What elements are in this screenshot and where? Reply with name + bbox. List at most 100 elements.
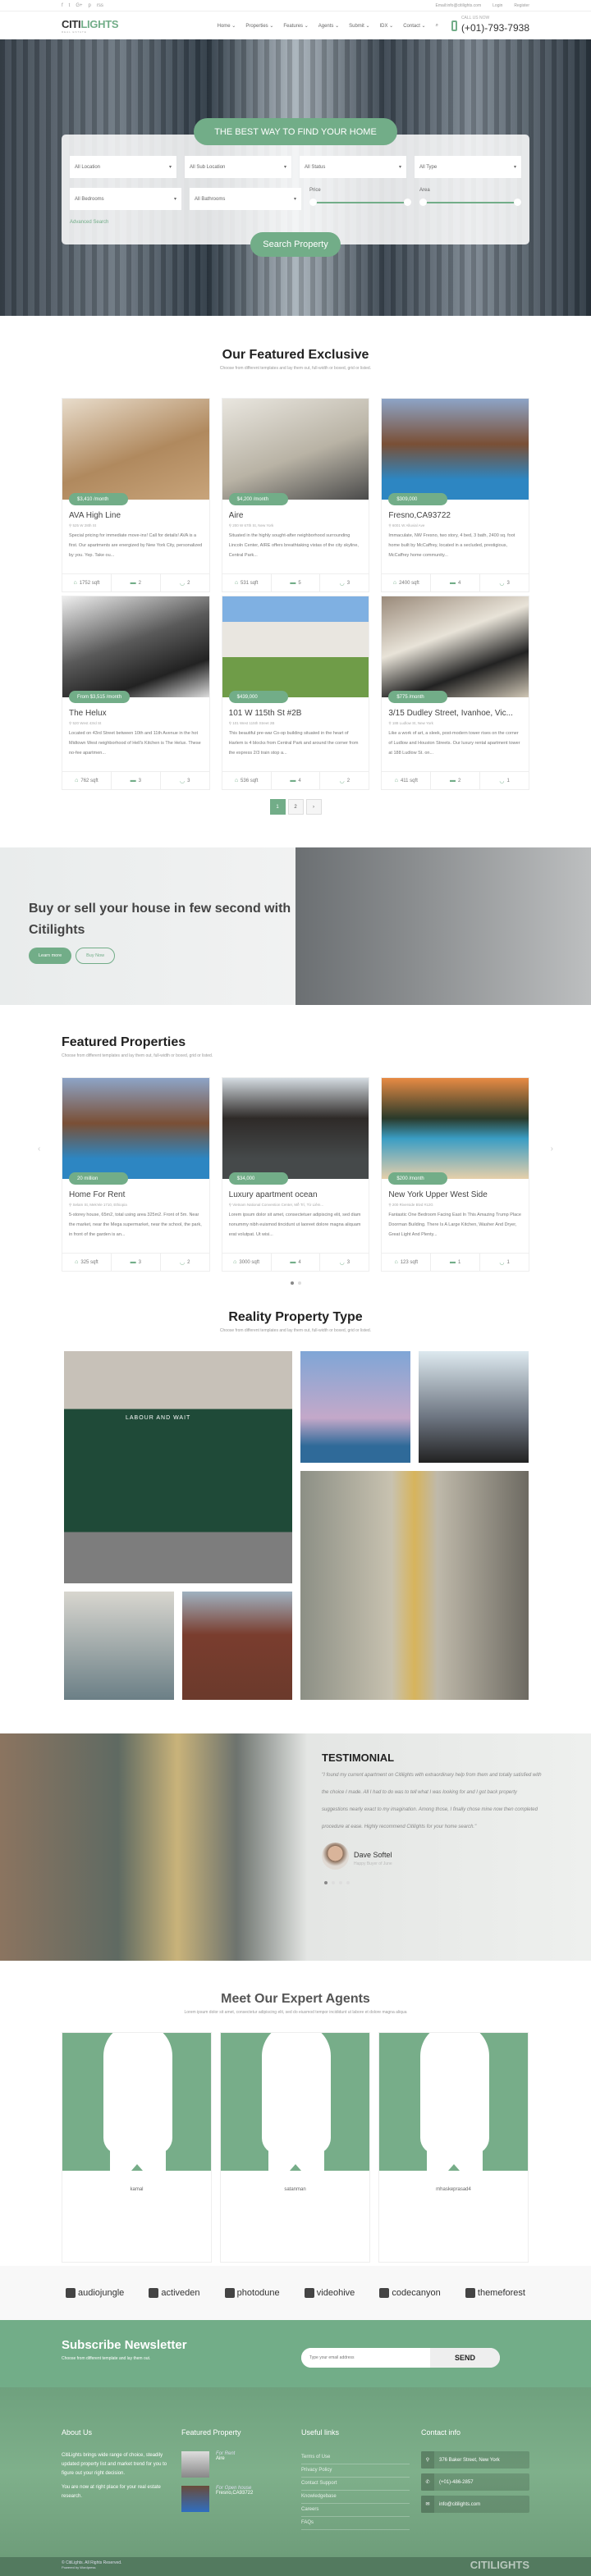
facebook-icon[interactable]: f <box>62 3 63 8</box>
property-card[interactable]: $309,000 Fresno,CA93722 ⚲ 6001 W Alluvia… <box>381 398 530 592</box>
newsletter-email-input[interactable] <box>301 2348 430 2368</box>
property-card[interactable]: $200 /month New York Upper West Side ⚲ 2… <box>381 1077 530 1272</box>
footer-property[interactable]: For Rent Aire <box>181 2451 290 2478</box>
sub-location-select[interactable]: All Sub Location ▾ <box>185 156 291 178</box>
brand-videohive[interactable]: videohive <box>304 2288 355 2298</box>
property-card[interactable]: $3,410 /month AVA High Line ⚲ 525 W 28th… <box>62 398 210 592</box>
nav-properties[interactable]: Properties ⌄ <box>245 23 273 29</box>
nav-home[interactable]: Home ⌄ <box>218 23 236 29</box>
learn-more-button[interactable]: Learn more <box>29 948 72 964</box>
type-image-building[interactable] <box>182 1592 292 1700</box>
videohive-icon <box>304 2288 314 2298</box>
bathrooms-select[interactable]: All Bathrooms ▾ <box>190 188 301 210</box>
page-2[interactable]: 2 <box>287 799 304 815</box>
property-title[interactable]: New York Upper West Side <box>388 1190 522 1199</box>
property-card[interactable]: $775 /month 3/15 Dudley Street, Ivanhoe,… <box>381 596 530 790</box>
email-link[interactable]: Email:info@citilights.com <box>435 3 481 8</box>
property-title[interactable]: Fresno,CA93722 <box>388 511 522 520</box>
property-image[interactable]: From $3,515 /month <box>62 596 209 703</box>
agent-name[interactable]: kamal <box>62 2187 211 2192</box>
type-image-shop[interactable]: LABOUR AND WAIT <box>64 1351 292 1583</box>
nav-submit[interactable]: Submit ⌄ <box>349 23 369 29</box>
search-icon[interactable]: ⌕ <box>436 23 438 29</box>
nav-contact[interactable]: Contact ⌄ <box>403 23 425 29</box>
type-image-city[interactable] <box>64 1592 174 1700</box>
property-card[interactable]: From $3,515 /month The Helux ⚲ 520 West … <box>62 596 210 790</box>
property-card[interactable]: 20 million Home For Rent ⚲ Selam St, Mek… <box>62 1077 210 1272</box>
type-select[interactable]: All Type ▾ <box>415 156 521 178</box>
buy-now-button[interactable]: Buy Now <box>76 948 116 964</box>
link-careers[interactable]: Careers <box>301 2504 410 2517</box>
type-image-tram[interactable] <box>300 1471 529 1700</box>
nav-agents[interactable]: Agents ⌄ <box>318 23 339 29</box>
property-image[interactable]: $309,000 <box>382 399 529 505</box>
property-title[interactable]: 101 W 115th St #2B <box>229 709 363 718</box>
link-support[interactable]: Contact Support <box>301 2478 410 2491</box>
agent-card[interactable]: mhaskeprasad4 <box>378 2032 529 2263</box>
pinterest-icon[interactable]: p <box>89 3 91 8</box>
property-title[interactable]: 3/15 Dudley Street, Ivanhoe, Vic... <box>388 709 522 718</box>
status-select[interactable]: All Status ▾ <box>300 156 406 178</box>
register-link[interactable]: Register <box>514 3 529 8</box>
link-faqs[interactable]: FAQs <box>301 2517 410 2530</box>
carousel-next-icon[interactable]: › <box>551 1144 553 1153</box>
link-knowledgebase[interactable]: Knowledgebase <box>301 2491 410 2504</box>
agent-name[interactable]: mhaskeprasad4 <box>379 2187 528 2192</box>
brand-activeden[interactable]: activeden <box>149 2288 200 2298</box>
property-image[interactable]: $775 /month <box>382 596 529 703</box>
google-plus-icon[interactable]: G+ <box>76 3 82 8</box>
brand-photodune[interactable]: photodune <box>224 2288 280 2298</box>
property-title[interactable]: Home For Rent <box>69 1190 203 1199</box>
send-button[interactable]: SEND <box>430 2348 500 2368</box>
property-image[interactable]: $34,000 <box>222 1078 369 1185</box>
property-title[interactable]: Aire <box>229 511 363 520</box>
property-card[interactable]: $439,000 101 W 115th St #2B ⚲ 101 West 1… <box>221 596 370 790</box>
location-select[interactable]: All Location ▾ <box>70 156 176 178</box>
property-title[interactable]: Luxury apartment ocean <box>229 1190 363 1199</box>
page-1[interactable]: 1 <box>269 799 286 815</box>
contact-email[interactable]: info@citilights.com <box>434 2502 480 2507</box>
footer-logo: CITILIGHTS <box>470 2559 529 2571</box>
property-card[interactable]: $4,200 /month Aire ⚲ 200 W 67th St, New … <box>221 398 370 592</box>
property-title[interactable]: AVA High Line <box>69 511 203 520</box>
agent-card[interactable]: kamal <box>62 2032 212 2263</box>
price-slider[interactable]: Price <box>309 188 411 210</box>
property-image[interactable]: $4,200 /month <box>222 399 369 505</box>
type-image-skyline[interactable] <box>300 1351 410 1463</box>
brand-themeforest[interactable]: themeforest <box>465 2288 525 2298</box>
logo[interactable]: CITILIGHTS REAL ESTATE <box>62 18 119 34</box>
twitter-icon[interactable]: t <box>69 3 71 8</box>
brand-audiojungle[interactable]: audiojungle <box>66 2288 124 2298</box>
agent-card[interactable]: satanman <box>220 2032 370 2263</box>
property-card[interactable]: $34,000 Luxury apartment ocean ⚲ Vietnam… <box>221 1077 370 1272</box>
dot[interactable] <box>332 1881 335 1884</box>
bedrooms-select[interactable]: All Bedrooms ▾ <box>70 188 181 210</box>
login-link[interactable]: Login <box>492 3 502 8</box>
property-image[interactable]: $439,000 <box>222 596 369 703</box>
dot[interactable] <box>297 1281 301 1285</box>
agent-name[interactable]: satanman <box>221 2187 369 2192</box>
type-image-towers[interactable] <box>419 1351 529 1463</box>
property-title[interactable]: The Helux <box>69 709 203 718</box>
area-slider[interactable]: Area <box>419 188 521 210</box>
rss-icon[interactable]: rss <box>97 3 103 8</box>
link-terms[interactable]: Terms of Use <box>301 2451 410 2464</box>
advanced-search-link[interactable]: Advanced Search <box>70 220 521 225</box>
brand-codecanyon[interactable]: codecanyon <box>379 2288 441 2298</box>
bed-icon: ▬ <box>450 778 456 783</box>
dot[interactable] <box>290 1281 294 1285</box>
property-image[interactable]: $200 /month <box>382 1078 529 1185</box>
nav-idx[interactable]: IDX ⌄ <box>379 23 393 29</box>
footer-property[interactable]: For Open house Fresno,CA93722 <box>181 2486 290 2512</box>
property-image[interactable]: $3,410 /month <box>62 399 209 505</box>
featured-carousel: 20 million Home For Rent ⚲ Selam St, Mek… <box>0 1077 591 1272</box>
nav-features[interactable]: Features ⌄ <box>283 23 308 29</box>
search-property-button[interactable]: Search Property <box>250 232 341 257</box>
property-image[interactable]: 20 million <box>62 1078 209 1185</box>
next-page[interactable]: › <box>305 799 322 815</box>
dot[interactable] <box>339 1881 342 1884</box>
link-privacy[interactable]: Privacy Policy <box>301 2464 410 2478</box>
dot[interactable] <box>324 1881 328 1884</box>
dot[interactable] <box>346 1881 350 1884</box>
carousel-prev-icon[interactable]: ‹ <box>38 1144 40 1153</box>
